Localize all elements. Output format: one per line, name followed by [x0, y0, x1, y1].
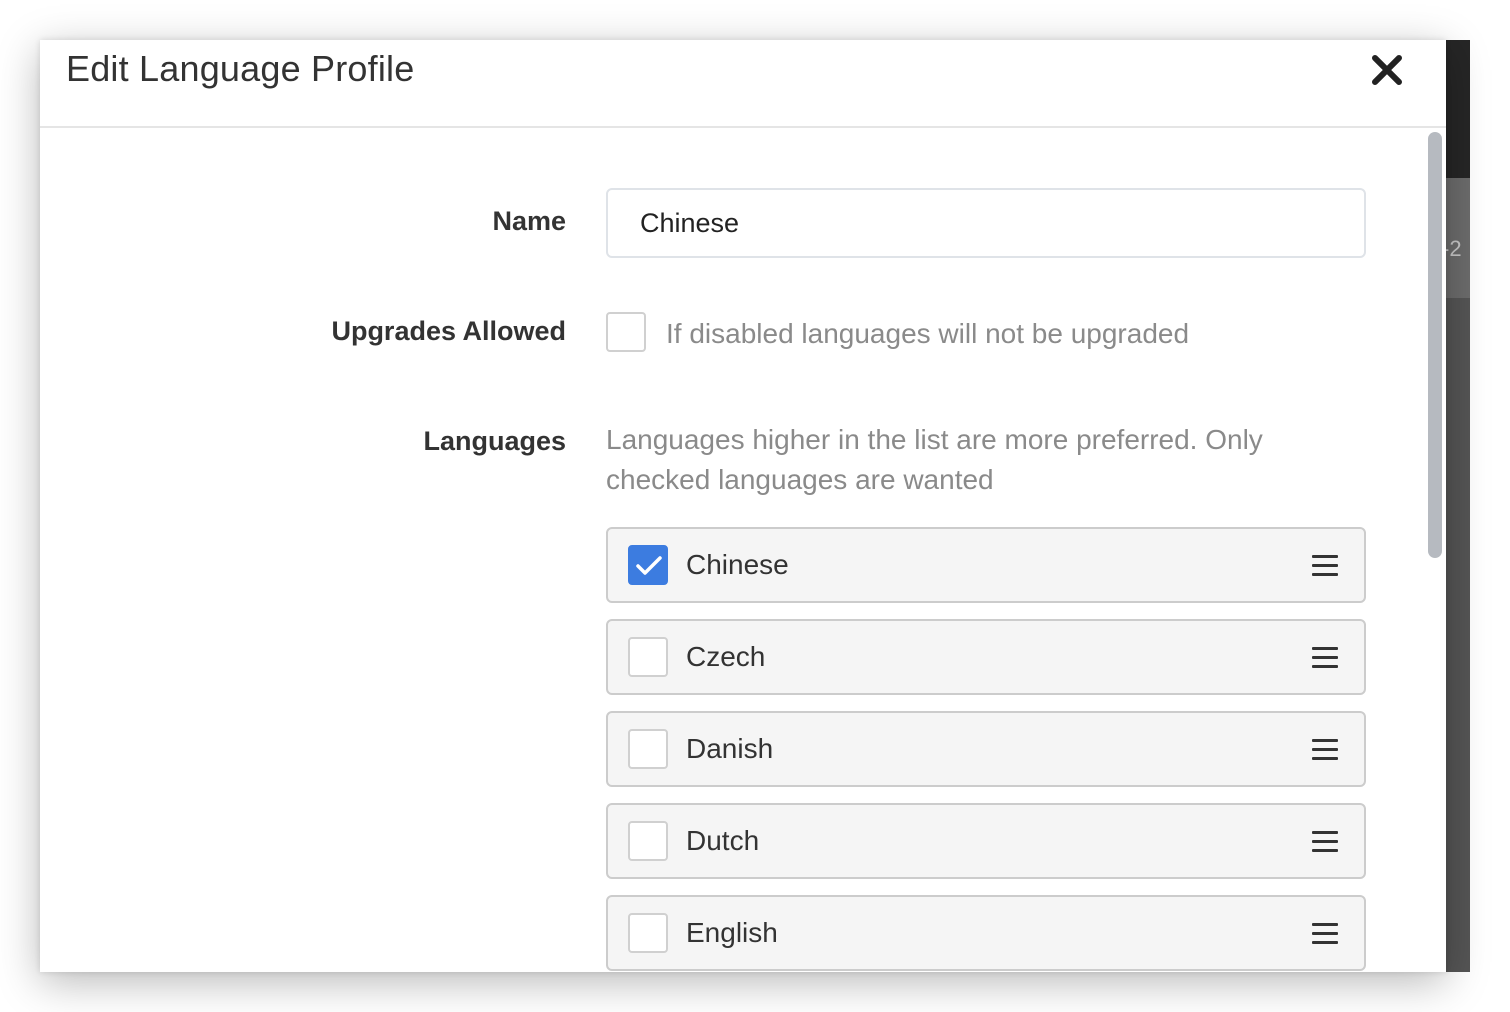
languages-label: Languages [423, 426, 566, 456]
language-item-danish[interactable]: Danish [606, 711, 1366, 787]
language-checkbox[interactable] [628, 545, 668, 585]
modal-scrollbar[interactable] [1428, 132, 1442, 558]
drag-handle-icon[interactable] [1312, 647, 1338, 669]
upgrades-allowed-label: Upgrades Allowed [331, 316, 566, 346]
language-label: Czech [686, 641, 766, 672]
drag-handle-icon[interactable] [1312, 555, 1338, 577]
language-item-czech[interactable]: Czech [606, 619, 1366, 695]
language-item-chinese[interactable]: Chinese [606, 527, 1366, 603]
language-label: Danish [686, 733, 774, 764]
language-item-dutch[interactable]: Dutch [606, 803, 1366, 879]
language-checkbox[interactable] [628, 913, 668, 953]
upgrades-allowed-help-text: If disabled languages will not be upgrad… [666, 318, 1190, 349]
modal-header: Edit Language Profile [40, 40, 1446, 128]
language-label: Dutch [686, 825, 760, 856]
languages-help-text: Languages higher in the list are more pr… [606, 424, 1263, 495]
check-icon [636, 556, 662, 575]
language-label: Chinese [686, 549, 789, 580]
language-label: English [686, 917, 778, 948]
upgrades-allowed-checkbox[interactable] [606, 312, 646, 352]
language-checkbox[interactable] [628, 821, 668, 861]
drag-handle-icon[interactable] [1312, 923, 1338, 945]
close-icon [1372, 55, 1402, 85]
edit-language-profile-modal: Edit Language Profile Name Upgrades Allo… [40, 40, 1446, 972]
drag-handle-icon[interactable] [1312, 739, 1338, 761]
name-input[interactable] [606, 188, 1366, 258]
drag-handle-icon[interactable] [1312, 831, 1338, 853]
modal-title: Edit Language Profile [66, 48, 415, 89]
language-checkbox[interactable] [628, 637, 668, 677]
close-button[interactable] [1370, 50, 1404, 88]
language-item-english[interactable]: English [606, 895, 1366, 971]
language-checkbox[interactable] [628, 729, 668, 769]
name-label: Name [492, 206, 566, 236]
